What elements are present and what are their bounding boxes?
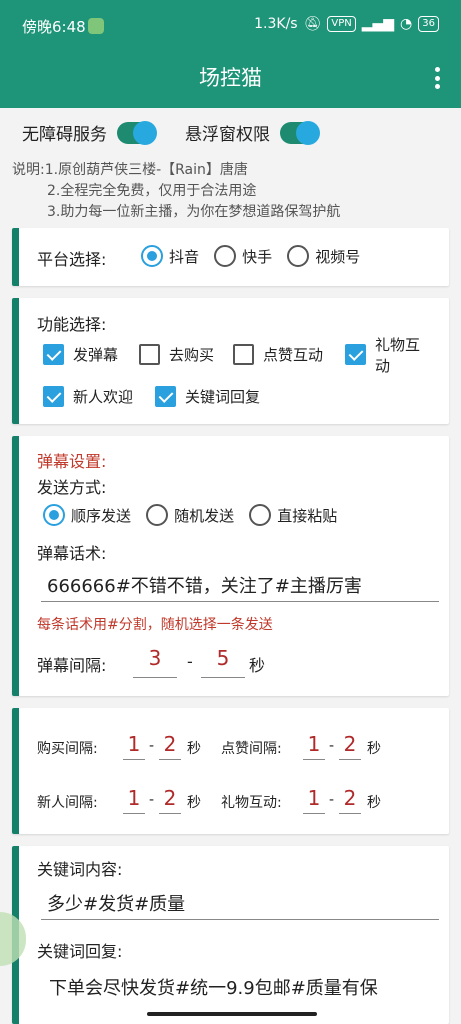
features-label: 功能选择: — [37, 315, 107, 334]
danmu-interval-label: 弹幕间隔: — [37, 656, 107, 675]
buy-interval-dash: - — [149, 738, 155, 754]
checkbox-checked-icon — [43, 344, 64, 365]
permission-toggles: 无障碍服务 悬浮窗权限 — [22, 120, 320, 145]
network-speed: 1.3K/s — [254, 16, 298, 32]
signal-icon: ▂▄▆ — [361, 16, 395, 32]
buy-interval-label: 购买间隔: — [37, 741, 98, 757]
main-content[interactable]: 无障碍服务 悬浮窗权限 说明:1.原创葫芦侠三楼-【Rain】唐唐 2.全程完全… — [0, 108, 461, 1024]
radio-icon — [146, 504, 169, 526]
radio-icon — [214, 245, 237, 267]
mute-bell-icon: 🔕︎ — [303, 16, 322, 32]
radio-icon — [249, 504, 272, 526]
danmu-script-label: 弹幕话术: — [37, 544, 107, 563]
status-indicators: 1.3K/s 🔕︎ VPN ▂▄▆ ◔ 36 — [254, 16, 439, 32]
platform-option-shipinhao[interactable]: 视频号 — [287, 245, 360, 267]
radio-selected-icon — [43, 504, 65, 526]
feature-buy-checkbox[interactable]: 去购买 — [139, 344, 214, 365]
intervals-card: 购买间隔: 1 - 2 秒 点赞间隔: 1 - 2 秒 新人间隔: 1 - 2 … — [12, 708, 449, 834]
gift-interval-unit: 秒 — [367, 795, 381, 811]
danmu-script-input[interactable]: 666666#不错不错，关注了#主播厉害 — [41, 568, 439, 602]
newcomer-interval-max-input[interactable]: 2 — [159, 786, 181, 814]
danmu-interval-max-input[interactable]: 5 — [201, 646, 245, 678]
overlay-switch[interactable] — [280, 120, 320, 145]
danmu-interval-min-input[interactable]: 3 — [133, 646, 177, 678]
description: 说明:1.原创葫芦侠三楼-【Rain】唐唐 2.全程完全免费，仅用于合法用途 3… — [12, 160, 340, 223]
feature-keyword-checkbox[interactable]: 关键词回复 — [155, 386, 260, 407]
checkbox-checked-icon — [155, 386, 176, 407]
danmu-settings-title: 弹幕设置: — [37, 452, 107, 471]
keyword-content-input[interactable]: 多少#发货#质量 — [41, 886, 439, 920]
danmu-settings-card: 弹幕设置: 发送方式: 顺序发送 随机发送 直接粘贴 弹幕话术: 666666#… — [12, 436, 449, 696]
overlay-label: 悬浮窗权限 — [185, 125, 270, 145]
battery-icon: 36 — [418, 16, 439, 32]
gift-interval-max-input[interactable]: 2 — [339, 786, 361, 814]
keyword-reply-input[interactable]: 下单会尽快发货#统一9.9包邮#质量有保 — [41, 968, 439, 1008]
description-line: 说明:1.原创葫芦侠三楼-【Rain】唐唐 — [12, 162, 248, 178]
like-interval-dash: - — [329, 738, 335, 754]
gift-interval-dash: - — [329, 792, 335, 808]
description-line: 2.全程完全免费，仅用于合法用途 — [47, 183, 257, 199]
newcomer-interval-dash: - — [149, 792, 155, 808]
send-mode-paste[interactable]: 直接粘贴 — [249, 504, 337, 526]
radio-selected-icon — [141, 245, 163, 267]
radio-icon — [287, 245, 310, 267]
accessibility-label: 无障碍服务 — [22, 125, 107, 145]
feature-gift-checkbox[interactable]: 礼物互动 — [345, 335, 431, 377]
danmu-script-hint: 每条话术用#分割，随机选择一条发送 — [37, 617, 273, 633]
overlay-toggle-row: 悬浮窗权限 — [185, 120, 320, 145]
buy-interval-min-input[interactable]: 1 — [123, 732, 145, 760]
checkbox-checked-icon — [43, 386, 64, 407]
vpn-badge: VPN — [327, 16, 356, 32]
send-mode-label: 发送方式: — [37, 478, 107, 497]
more-options-icon[interactable] — [431, 64, 443, 92]
send-mode-random[interactable]: 随机发送 — [146, 504, 234, 526]
platform-label: 平台选择: — [37, 250, 107, 269]
checkbox-icon — [233, 344, 254, 365]
gift-interval-label: 礼物互动: — [221, 795, 282, 811]
newcomer-interval-min-input[interactable]: 1 — [123, 786, 145, 814]
keyword-reply-label: 关键词回复: — [37, 942, 123, 961]
accessibility-toggle-row: 无障碍服务 — [22, 120, 157, 145]
danmu-interval-unit: 秒 — [249, 656, 266, 675]
keywords-card: 关键词内容: 多少#发货#质量 关键词回复: 下单会尽快发货#统一9.9包邮#质… — [12, 846, 449, 1024]
gift-interval-min-input[interactable]: 1 — [303, 786, 325, 814]
checkbox-checked-icon — [345, 344, 366, 365]
send-mode-sequential[interactable]: 顺序发送 — [43, 504, 131, 526]
buy-interval-unit: 秒 — [187, 741, 201, 757]
send-mode-options: 顺序发送 随机发送 直接粘贴 — [43, 504, 347, 530]
status-bar: 傍晚6:48 1.3K/s 🔕︎ VPN ▂▄▆ ◔ 36 — [0, 0, 461, 50]
newcomer-interval-label: 新人间隔: — [37, 795, 98, 811]
like-interval-label: 点赞间隔: — [221, 741, 282, 757]
feature-like-checkbox[interactable]: 点赞互动 — [233, 344, 323, 365]
newcomer-interval-unit: 秒 — [187, 795, 201, 811]
like-interval-max-input[interactable]: 2 — [339, 732, 361, 760]
description-line: 3.助力每一位新主播，为你在梦想道路保驾护航 — [47, 204, 341, 220]
feature-welcome-checkbox[interactable]: 新人欢迎 — [43, 386, 133, 407]
feature-danmu-checkbox[interactable]: 发弹幕 — [43, 344, 118, 365]
checkbox-icon — [139, 344, 160, 365]
app-title: 场控猫 — [199, 66, 262, 90]
status-time: 傍晚6:48 — [22, 18, 86, 36]
gesture-nav-bar[interactable] — [147, 1012, 317, 1016]
like-interval-unit: 秒 — [367, 741, 381, 757]
keyword-content-label: 关键词内容: — [37, 860, 123, 879]
app-bar: 场控猫 — [0, 50, 461, 108]
danmu-interval-dash: - — [187, 652, 193, 671]
platform-card: 平台选择: 抖音 快手 视频号 — [12, 228, 449, 286]
wifi-icon: ◔ — [400, 16, 413, 32]
platform-options: 抖音 快手 视频号 — [141, 245, 370, 271]
like-interval-min-input[interactable]: 1 — [303, 732, 325, 760]
buy-interval-max-input[interactable]: 2 — [159, 732, 181, 760]
accessibility-switch[interactable] — [117, 120, 157, 145]
notification-app-icon — [88, 18, 104, 34]
platform-option-douyin[interactable]: 抖音 — [141, 245, 199, 267]
features-card: 功能选择: 发弹幕 去购买 点赞互动 礼物互动 新人欢迎 关键词回复 — [12, 298, 449, 424]
platform-option-kuaishou[interactable]: 快手 — [214, 245, 272, 267]
